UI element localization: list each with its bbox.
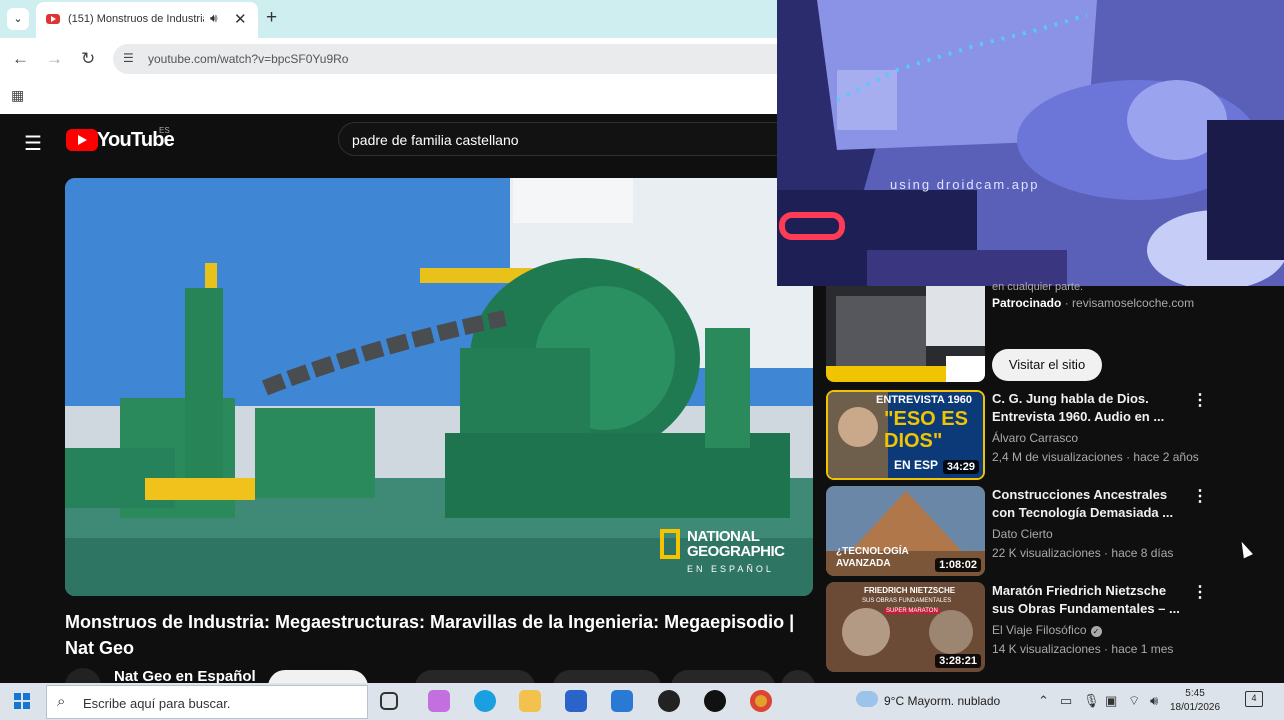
outlook-icon[interactable] [611, 690, 633, 712]
sponsored-ad[interactable]: en cualquier parte. Patrocinado · revisa… [826, 281, 1284, 386]
clock-date: 18/01/2026 [1170, 702, 1221, 713]
video-title[interactable]: Construcciones Ancestrales con Tecnologí… [992, 486, 1182, 522]
browser-tab[interactable]: (151) Monstruos de Industria 🔊︎ ✕ [36, 2, 258, 38]
close-tab-icon[interactable]: ✕ [234, 10, 247, 28]
recommended-video[interactable]: ENTREVISTA 1960 "ESO ES DIOS" EN ESP 34:2… [826, 390, 1284, 480]
browser-tab-bar: ⌄ (151) Monstruos de Industria 🔊︎ ✕ + [0, 0, 777, 38]
tab-search-button[interactable]: ⌄ [7, 8, 29, 30]
task-view-icon[interactable] [380, 692, 398, 710]
site-info-icon[interactable]: ☰ [123, 51, 134, 65]
windows-taskbar: ⌕ Escribe aquí para buscar. 9°C Mayorm. … [0, 683, 1284, 720]
bookmarks-bar: ▦ [0, 80, 777, 114]
webcam-image [777, 0, 1284, 286]
video-meta: 2,4 M de visualizaciones · hace 2 años [992, 450, 1199, 464]
webcam-watermark: using droidcam.app [890, 177, 1040, 192]
ad-description: en cualquier parte. [992, 281, 1084, 293]
video-title[interactable]: C. G. Jung habla de Dios. Entrevista 196… [992, 390, 1182, 426]
thumb-subcaption: SUS OBRAS FUNDAMENTALES [862, 598, 952, 604]
forward-arrow-icon[interactable]: → [46, 49, 63, 69]
video-title[interactable]: Maratón Friedrich Nietzsche sus Obras Fu… [992, 582, 1182, 618]
screen: ⌄ (151) Monstruos de Industria 🔊︎ ✕ + ← … [0, 0, 1284, 720]
more-vert-icon[interactable]: ⋮ [1192, 486, 1208, 506]
thumb-badge: SUPER MARATON [884, 608, 940, 614]
taskbar-search-input[interactable]: ⌕ Escribe aquí para buscar. [46, 685, 368, 719]
app-icon[interactable] [658, 690, 680, 712]
browser-toolbar: ← → ↻ ☰ youtube.com/watch?v=bpcSF0Yu9Ro [0, 38, 777, 80]
video-thumbnail[interactable]: ENTREVISTA 1960 "ESO ES DIOS" EN ESP 34:2… [826, 390, 985, 480]
back-arrow-icon[interactable]: ← [12, 49, 29, 69]
notification-center-icon[interactable]: 4 [1245, 691, 1263, 707]
network-icon[interactable]: ▭ [1060, 693, 1072, 709]
weather-text[interactable]: 9°C Mayorm. nublado [884, 694, 1000, 708]
edge-icon[interactable] [474, 690, 496, 712]
nat-geo-subtitle: EN ESPAÑOL [687, 564, 774, 574]
camera-icon[interactable]: ▣ [1105, 693, 1117, 709]
recommended-video[interactable]: FRIEDRICH NIETZSCHE SUS OBRAS FUNDAMENTA… [826, 582, 1284, 672]
chrome-icon[interactable] [750, 690, 772, 712]
menu-icon[interactable]: ☰ [24, 131, 42, 156]
file-explorer-icon[interactable] [519, 690, 541, 712]
microphone-icon[interactable]: 🎙︎ [1083, 693, 1100, 709]
clock-time: 5:45 [1185, 688, 1205, 699]
copilot-icon[interactable] [428, 690, 450, 712]
video-thumbnail[interactable]: FRIEDRICH NIETZSCHE SUS OBRAS FUNDAMENTA… [826, 582, 985, 672]
video-meta: 22 K visualizaciones · hace 8 días [992, 546, 1174, 560]
speaker-icon[interactable]: 🔊︎ [210, 11, 218, 26]
store-icon[interactable] [565, 690, 587, 712]
thumb-caption: FRIEDRICH NIETZSCHE [864, 586, 956, 595]
ad-thumbnail[interactable] [826, 286, 985, 382]
chevron-up-icon[interactable]: ⌃ [1038, 693, 1049, 709]
video-player[interactable]: NATIONAL GEOGRAPHIC EN ESPAÑOL [65, 178, 813, 596]
recommended-video[interactable]: ¿TECNOLOGÍA AVANZADA 1:08:02 Construccion… [826, 486, 1284, 576]
volume-icon[interactable]: 🔊︎ [1150, 693, 1158, 709]
search-query[interactable]: padre de familia castellano [352, 132, 519, 148]
thumb-headline: "ESO ES DIOS" [884, 408, 968, 452]
address-bar[interactable]: ☰ youtube.com/watch?v=bpcSF0Yu9Ro [113, 44, 777, 74]
video-duration: 1:08:02 [935, 558, 981, 572]
system-clock[interactable]: 5:45 18/01/2026 [1170, 687, 1220, 715]
weather-cloud-icon[interactable] [856, 691, 878, 707]
thumb-caption: ENTREVISTA 1960 [876, 394, 972, 406]
ad-thumbnail-image [826, 286, 985, 382]
video-thumbnail[interactable]: ¿TECNOLOGÍA AVANZADA 1:08:02 [826, 486, 985, 576]
obs-icon[interactable] [704, 690, 726, 712]
channel-name[interactable]: El Viaje Filosófico ✓ [992, 623, 1102, 637]
video-title: Monstruos de Industria: Megaestructuras:… [65, 612, 795, 658]
wifi-icon[interactable]: ⌔ [1128, 693, 1140, 709]
tab-title: (151) Monstruos de Industria [68, 13, 204, 25]
search-input[interactable]: padre de familia castellano [338, 122, 777, 156]
youtube-favicon-icon [46, 14, 60, 24]
national-geographic-logo-icon [660, 529, 680, 559]
more-vert-icon[interactable]: ⋮ [1192, 390, 1208, 410]
thumb-caption: ¿TECNOLOGÍA AVANZADA [836, 546, 909, 569]
new-tab-button[interactable]: + [266, 7, 277, 29]
video-duration: 34:29 [942, 460, 979, 474]
url-text[interactable]: youtube.com/watch?v=bpcSF0Yu9Ro [148, 52, 348, 66]
visit-site-button[interactable]: Visitar el sitio [992, 349, 1102, 381]
region-code: ES [159, 126, 170, 135]
channel-name[interactable]: Álvaro Carrasco [992, 431, 1078, 445]
youtube-logo-icon[interactable] [66, 129, 98, 151]
search-icon: ⌕ [57, 693, 66, 710]
ad-sponsor-line: Patrocinado · revisamoselcoche.com [992, 296, 1195, 310]
windows-start-icon[interactable] [14, 693, 30, 709]
nat-geo-wordmark: NATIONAL GEOGRAPHIC [687, 528, 785, 560]
thumb-subcaption: EN ESP [894, 458, 939, 472]
apps-grid-icon[interactable]: ▦ [11, 87, 24, 104]
reload-icon[interactable]: ↻ [81, 49, 95, 69]
video-meta: 14 K visualizaciones · hace 1 mes [992, 642, 1174, 656]
taskbar-search-placeholder[interactable]: Escribe aquí para buscar. [83, 696, 230, 711]
channel-name[interactable]: Dato Cierto [992, 527, 1053, 541]
verified-icon: ✓ [1090, 626, 1102, 637]
more-vert-icon[interactable]: ⋮ [1192, 582, 1208, 602]
video-duration: 3:28:21 [935, 654, 981, 668]
webcam-overlay: using droidcam.app [777, 0, 1284, 286]
